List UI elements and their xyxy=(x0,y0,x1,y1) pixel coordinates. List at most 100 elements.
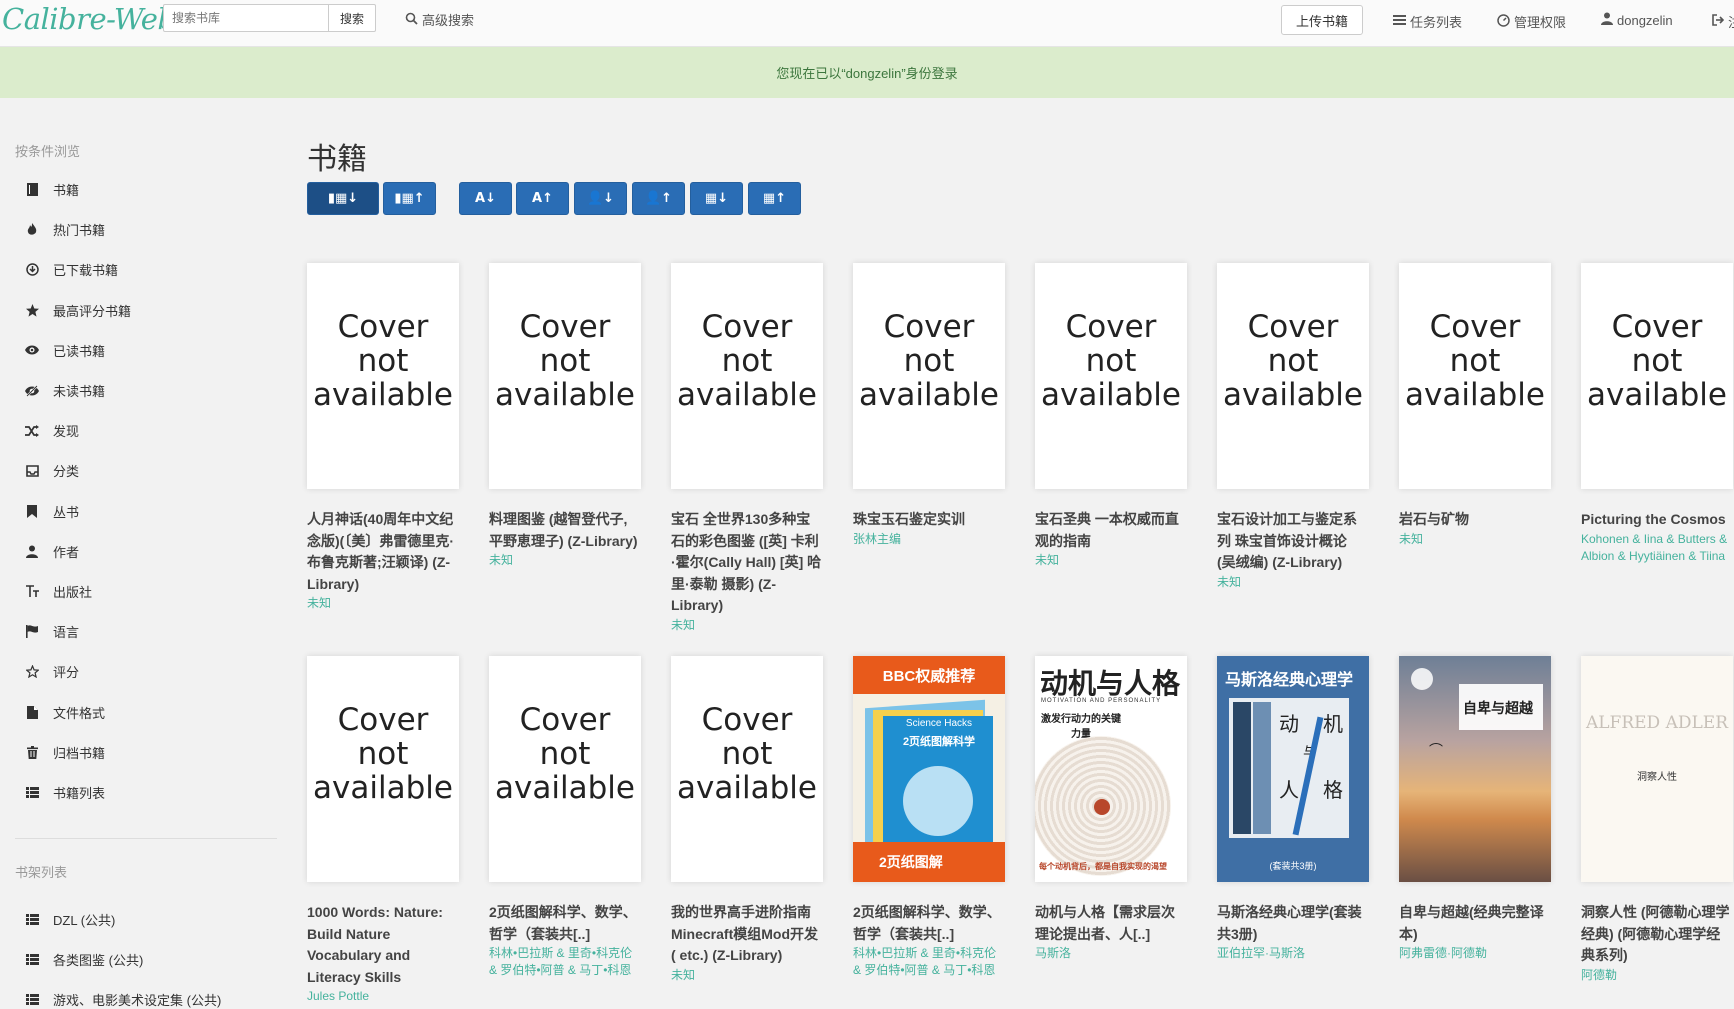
sort-button[interactable]: ▮▦↑ xyxy=(383,182,436,215)
advanced-search-link[interactable]: 高级搜索 xyxy=(405,10,474,29)
book-title[interactable]: 岩石与矿物 xyxy=(1399,509,1551,531)
user-profile-link[interactable]: dongzelin xyxy=(1601,12,1673,28)
sidebar-item[interactable]: 未读书籍 xyxy=(24,381,105,400)
book-author[interactable]: 科林•巴拉斯 & 里奇•科克伦 & 罗伯特•阿普 & 马丁•科恩 xyxy=(489,945,641,979)
book-cover[interactable]: 马斯洛经典心理学 动 机 与 人 格 (套装共3册) xyxy=(1217,656,1369,882)
book-title[interactable]: 1000 Words: Nature: Build Nature Vocabul… xyxy=(307,902,459,988)
sort-button[interactable]: A↓ xyxy=(459,182,512,215)
sidebar-item[interactable]: 已下载书籍 xyxy=(24,260,118,279)
sidebar-item-label: 归档书籍 xyxy=(53,745,106,761)
cover-text: ALFRED ADLER xyxy=(1585,713,1728,733)
brand-logo[interactable]: Calibre-Web xyxy=(2,2,176,36)
book-title[interactable]: 宝石圣典 一本权威而直观的指南 xyxy=(1035,509,1187,552)
sidebar-item[interactable]: 分类 xyxy=(24,461,79,480)
book-card: 自卑与超越 ⌒ 自卑与超越(经典完整译本) 阿弗雷德·阿德勒 xyxy=(1399,656,1551,962)
book-author[interactable]: 未知 xyxy=(489,552,641,569)
search-input[interactable] xyxy=(163,4,329,32)
sort-button[interactable]: ▦↑ xyxy=(748,182,801,215)
book-title[interactable]: 料理图鉴 (越智登代子, 平野恵理子) (Z-Library) xyxy=(489,509,641,552)
sidebar-item[interactable]: 书籍列表 xyxy=(24,783,105,802)
sidebar-item[interactable]: 文件格式 xyxy=(24,703,105,722)
sidebar-item-label: 未读书籍 xyxy=(53,384,106,399)
book-author[interactable]: 未知 xyxy=(1217,574,1369,591)
book-cover[interactable]: 动机与人格 MOTIVATION AND PERSONALITY 激发行动力的关… xyxy=(1035,656,1187,882)
sidebar-item[interactable]: 出版社 xyxy=(24,582,92,601)
sidebar-item[interactable]: 最高评分书籍 xyxy=(24,301,131,320)
book-author[interactable]: Kohonen & Iina & Butters & Albion & Hyyt… xyxy=(1581,531,1733,565)
book-author[interactable]: 未知 xyxy=(1035,552,1187,569)
sort-button[interactable]: ▮▦↓ xyxy=(307,182,379,215)
book-title[interactable]: Picturing the Cosmos xyxy=(1581,509,1733,531)
shelf-item[interactable]: DZL (公共) xyxy=(24,910,115,929)
upload-button[interactable]: 上传书籍 xyxy=(1281,5,1363,35)
book-author[interactable]: 亚伯拉罕·马斯洛 xyxy=(1217,945,1369,962)
book-author[interactable]: 科林•巴拉斯 & 里奇•科克伦 & 罗伯特•阿普 & 马丁•科恩 xyxy=(853,945,1005,979)
book-author[interactable]: 马斯洛 xyxy=(1035,945,1187,962)
book-author[interactable]: 阿弗雷德·阿德勒 xyxy=(1399,945,1551,962)
book-cover[interactable]: Cover not available xyxy=(489,263,641,489)
book-title[interactable]: 人月神话(40周年中文纪念版)(〔美〕弗雷德里克·布鲁克斯著;汪颖译) (Z-L… xyxy=(307,509,459,595)
book-author[interactable]: 未知 xyxy=(671,967,823,984)
book-author[interactable]: 未知 xyxy=(671,617,823,634)
search-button[interactable]: 搜索 xyxy=(329,4,376,32)
book-title[interactable]: 宝石设计加工与鉴定系列 珠宝首饰设计概论 (吴绒编) (Z-Library) xyxy=(1217,509,1369,574)
sidebar-item-label: 作者 xyxy=(53,544,80,560)
list-icon xyxy=(24,914,40,925)
book-title[interactable]: 动机与人格【需求层次理论提出者、人[..] xyxy=(1035,902,1187,945)
book-title[interactable]: 珠宝玉石鉴定实训 xyxy=(853,509,1005,531)
sidebar-item[interactable]: 评分 xyxy=(24,662,79,681)
sidebar-item[interactable]: 已读书籍 xyxy=(24,341,105,360)
book-title[interactable]: 宝石 全世界130多种宝石的彩色图鉴 ([英] 卡利·霍尔(Cally Hall… xyxy=(671,509,823,617)
book-card: 马斯洛经典心理学 动 机 与 人 格 (套装共3册) 马斯洛经典心理学(套装共3册… xyxy=(1217,656,1369,962)
book-cover[interactable]: Cover not available xyxy=(489,656,641,882)
sort-button[interactable]: ▦↓ xyxy=(690,182,743,215)
book-author[interactable]: Jules Pottle xyxy=(307,988,459,1005)
sidebar-item[interactable]: 语言 xyxy=(24,622,79,641)
book-title[interactable]: 马斯洛经典心理学(套装共3册) xyxy=(1217,902,1369,945)
book-cover[interactable]: Cover not available xyxy=(671,656,823,882)
book-cover[interactable]: Cover not available xyxy=(1581,263,1733,489)
logout-link[interactable]: 注 xyxy=(1712,12,1734,31)
shelf-item[interactable]: 各类图鉴 (公共) xyxy=(24,950,143,969)
book-author[interactable]: 阿德勒 xyxy=(1581,967,1733,984)
sidebar-item-label: 书籍 xyxy=(53,183,80,198)
sidebar-item[interactable]: 作者 xyxy=(24,542,79,561)
book-cover[interactable]: ALFRED ADLER 洞察人性 xyxy=(1581,656,1733,882)
book-author[interactable]: 张林主编 xyxy=(853,531,1005,548)
book-cover[interactable]: BBC权威推荐 Science Hacks 2页纸图解科学 2页纸图解 xyxy=(853,656,1005,882)
book-title[interactable]: 我的世界高手进阶指南Minecraft模组Mod开发 ( etc.) (Z-Li… xyxy=(671,902,823,967)
sidebar-item[interactable]: 丛书 xyxy=(24,502,79,521)
book-cover[interactable]: Cover not available xyxy=(1399,263,1551,489)
book-title[interactable]: 自卑与超越(经典完整译本) xyxy=(1399,902,1551,945)
sidebar-item[interactable]: 归档书籍 xyxy=(24,743,105,762)
shelf-item[interactable]: 游戏、电影美术设定集 (公共) xyxy=(24,990,221,1009)
book-cover[interactable]: Cover not available xyxy=(1035,263,1187,489)
sidebar-item[interactable]: 发现 xyxy=(24,421,79,440)
cover-text: 自卑与超越 xyxy=(1463,700,1533,716)
book-cover[interactable]: Cover not available xyxy=(671,263,823,489)
sidebar-item[interactable]: 书籍 xyxy=(24,180,79,199)
book-cover[interactable]: Cover not available xyxy=(1217,263,1369,489)
book-cover[interactable]: Cover not available xyxy=(307,656,459,882)
book-title[interactable]: 洞察人性 (阿德勒心理学经典) (阿德勒心理学经典系列) xyxy=(1581,902,1733,967)
book-card: Cover not available 岩石与矿物 未知 xyxy=(1399,263,1551,548)
book-title[interactable]: 2页纸图解科学、数学、哲学（套装共[..] xyxy=(489,902,641,945)
cover-text: (套装共3册) xyxy=(1269,861,1317,871)
tasks-icon xyxy=(1393,14,1406,29)
sort-button[interactable]: 👤↓ xyxy=(574,182,627,215)
book-author[interactable]: 未知 xyxy=(1399,531,1551,548)
book-cover[interactable]: 自卑与超越 ⌒ xyxy=(1399,656,1551,882)
book-cover[interactable]: Cover not available xyxy=(853,263,1005,489)
sort-button[interactable]: 👤↑ xyxy=(632,182,685,215)
book-author[interactable]: 未知 xyxy=(307,595,459,612)
book-card: Cover not available 人月神话(40周年中文纪念版)(〔美〕弗雷… xyxy=(307,263,459,612)
tasks-link[interactable]: 任务列表 xyxy=(1393,12,1462,31)
book-cover[interactable]: Cover not available xyxy=(307,263,459,489)
sidebar-item[interactable]: 热门书籍 xyxy=(24,220,105,239)
admin-link[interactable]: 管理权限 xyxy=(1497,12,1566,31)
sort-button[interactable]: A↑ xyxy=(516,182,569,215)
book-card: Cover not available 料理图鉴 (越智登代子, 平野恵理子) (… xyxy=(489,263,641,569)
sidebar-item-label: 出版社 xyxy=(53,585,93,600)
book-title[interactable]: 2页纸图解科学、数学、哲学（套装共[..] xyxy=(853,902,1005,945)
cover-placeholder: Cover not available xyxy=(1223,309,1363,413)
